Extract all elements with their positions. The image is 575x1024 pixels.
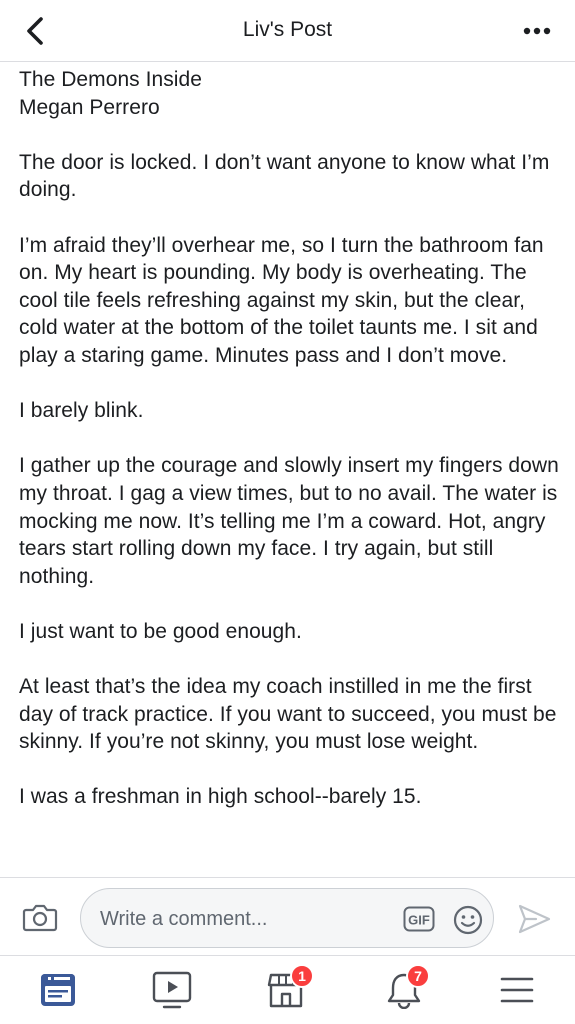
post-paragraph: The door is locked. I don’t want anyone …	[19, 150, 550, 202]
bottom-tab-bar: 1 7	[0, 955, 575, 1024]
more-horizontal-icon	[523, 27, 551, 35]
top-navigation-bar: Liv's Post	[0, 0, 575, 62]
post-paragraph: I just want to be good enough.	[19, 619, 302, 643]
send-icon	[518, 904, 551, 934]
post-paragraph: I was a freshman in high school--barely …	[19, 785, 422, 809]
post-paragraph: I gather up the courage and slowly inser…	[19, 454, 559, 588]
comment-placeholder: Write a comment...	[100, 908, 268, 930]
tab-marketplace[interactable]: 1	[262, 964, 314, 1012]
camera-button[interactable]	[22, 902, 58, 934]
emoji-icon	[453, 905, 483, 935]
page-title: Liv's Post	[242, 18, 333, 41]
emoji-button[interactable]	[453, 905, 483, 935]
hamburger-menu-icon	[500, 977, 534, 1003]
tab-watch[interactable]	[148, 968, 196, 1012]
tab-news-feed[interactable]	[34, 968, 82, 1012]
post-paragraph: I’m afraid they’ll overhear me, so I tur…	[19, 233, 544, 367]
more-options-button[interactable]	[517, 14, 557, 48]
video-play-icon	[152, 971, 192, 1009]
post-paragraph: I barely blink.	[19, 399, 144, 423]
camera-icon	[22, 904, 58, 932]
gif-button[interactable]: GIF	[403, 906, 435, 932]
marketplace-badge: 1	[290, 964, 314, 988]
tab-menu[interactable]	[493, 968, 541, 1012]
gif-icon: GIF	[403, 906, 435, 932]
post-paragraph: The Demons Inside Megan Perrero	[19, 68, 202, 119]
tab-notifications[interactable]: 7	[380, 964, 430, 1012]
news-feed-icon	[41, 974, 75, 1006]
comment-bar: Write a comment... GIF	[0, 877, 575, 955]
send-button[interactable]	[516, 902, 552, 936]
gif-label: GIF	[408, 913, 430, 928]
post-body: The Demons Inside Megan Perrero The door…	[19, 66, 559, 876]
notifications-badge: 7	[406, 964, 430, 988]
comment-input[interactable]: Write a comment... GIF	[80, 888, 494, 948]
post-paragraph: At least that’s the idea my coach instil…	[19, 675, 557, 754]
